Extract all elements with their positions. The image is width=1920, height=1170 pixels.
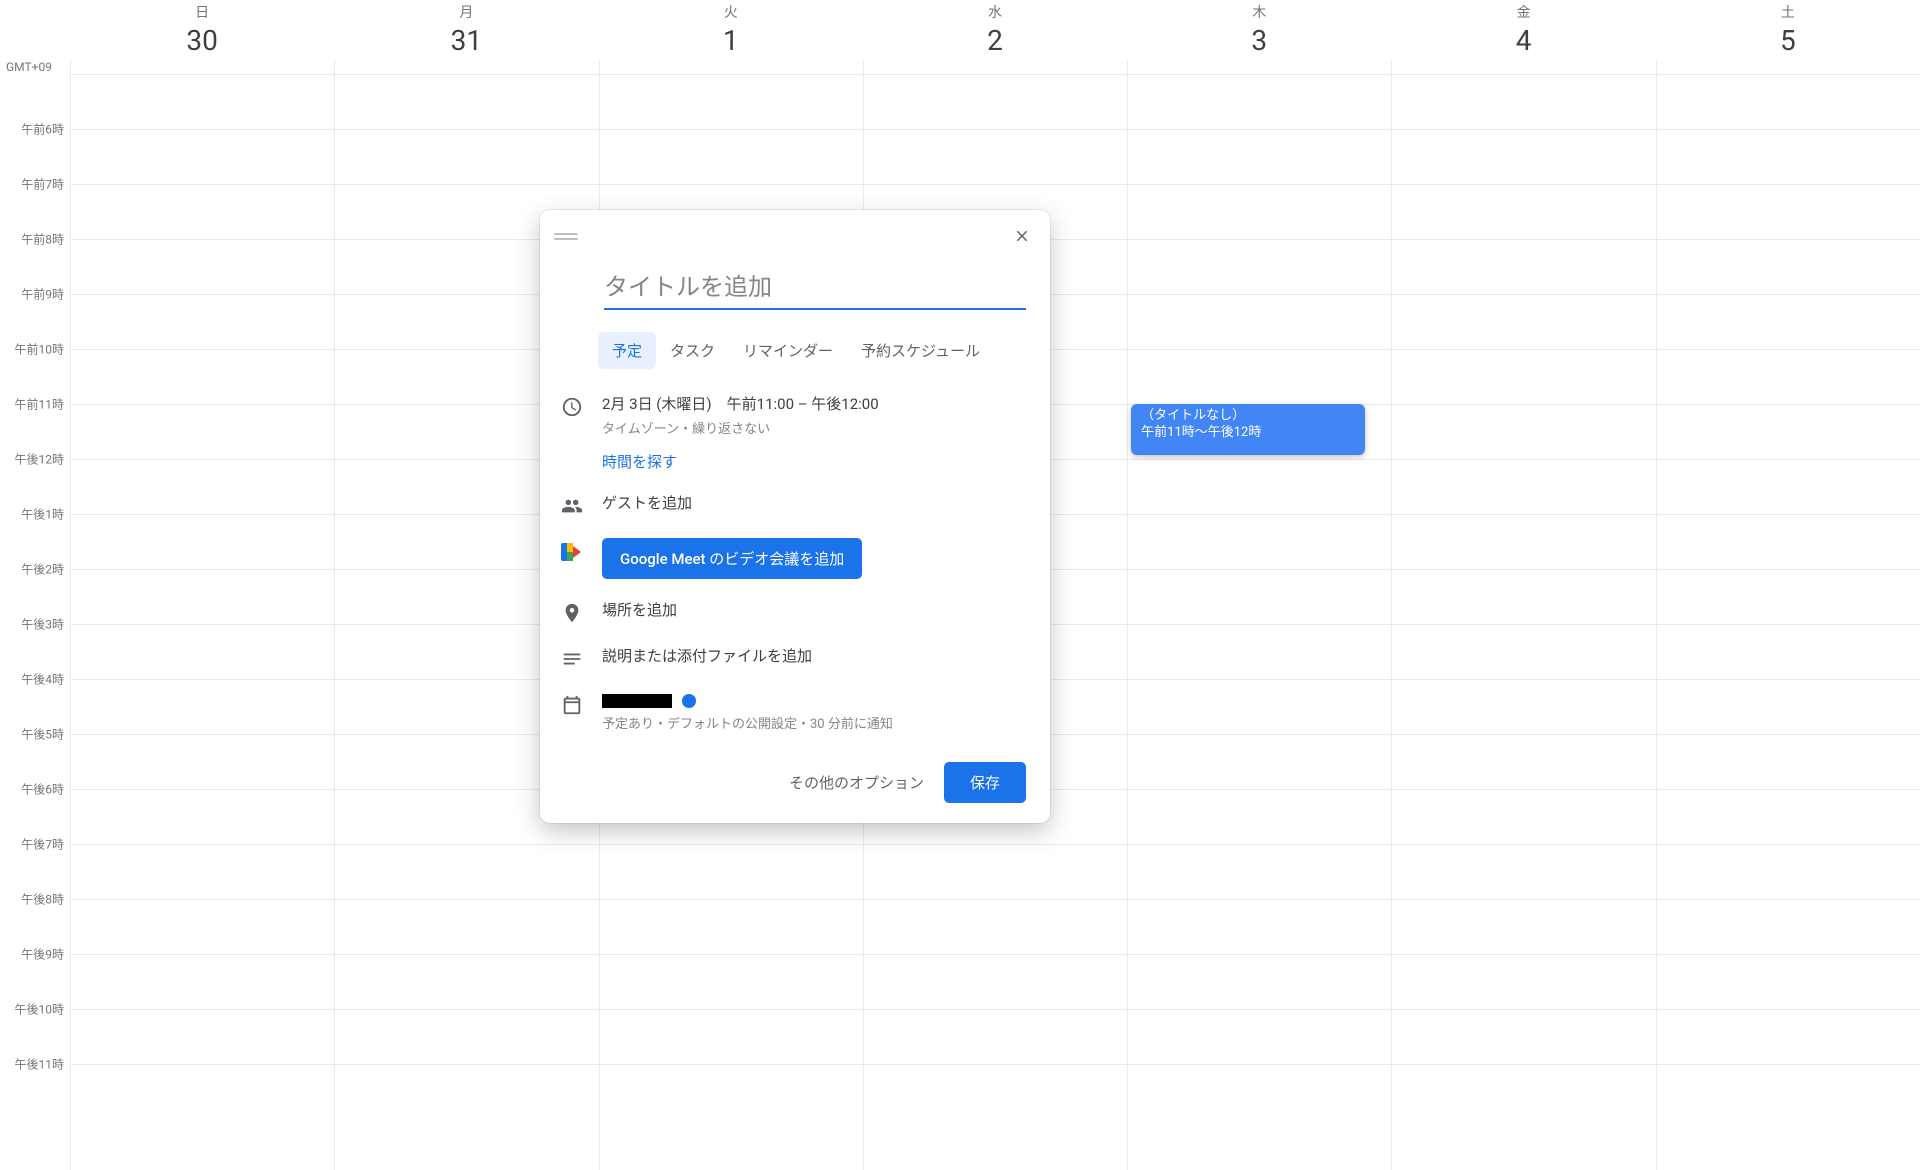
event-title-input[interactable] — [604, 272, 1026, 310]
day-of-week: 金 — [1391, 2, 1655, 22]
event-datetime-sub: タイムゾーン・繰り返さない — [602, 418, 1026, 437]
day-header[interactable]: 水2 — [863, 2, 1127, 62]
day-number: 3 — [1127, 24, 1391, 57]
location-placeholder: 場所を追加 — [602, 599, 1026, 620]
event-type-tabs: 予定 タスク リマインダー 予約スケジュール — [598, 332, 1050, 369]
calendar-event-block[interactable]: （タイトルなし） 午前11時～午後12時 — [1131, 404, 1365, 455]
description-placeholder: 説明または添付ファイルを追加 — [602, 645, 1026, 666]
day-number: 5 — [1656, 24, 1920, 57]
timezone-label: GMT+09 — [6, 60, 52, 74]
create-event-popup: 予定 タスク リマインダー 予約スケジュール 2月 3日 (木曜日) 午前11:… — [540, 210, 1050, 823]
event-title: （タイトルなし） — [1141, 408, 1355, 425]
hour-label: 午後12時 — [4, 451, 64, 468]
day-of-week: 水 — [863, 2, 1127, 22]
close-icon — [1013, 227, 1031, 245]
hour-label: 午後7時 — [4, 836, 64, 853]
find-time-link[interactable]: 時間を探す — [602, 451, 1026, 472]
day-of-week: 月 — [334, 2, 598, 22]
more-options-button[interactable]: その他のオプション — [789, 772, 924, 793]
hour-label: 午後11時 — [4, 1056, 64, 1073]
day-header[interactable]: 月31 — [334, 2, 598, 62]
guests-placeholder: ゲストを追加 — [602, 492, 1026, 513]
description-row[interactable]: 説明または添付ファイルを追加 — [540, 635, 1050, 681]
add-google-meet-button[interactable]: Google Meet のビデオ会議を追加 — [602, 538, 862, 579]
hour-label: 午後2時 — [4, 561, 64, 578]
hour-label: 午後1時 — [4, 506, 64, 523]
hour-label: 午後10時 — [4, 1001, 64, 1018]
calendar-color-dot — [682, 694, 696, 708]
day-of-week: 日 — [70, 2, 334, 22]
tab-event[interactable]: 予定 — [598, 332, 656, 369]
day-number: 2 — [863, 24, 1127, 57]
day-header[interactable]: 日30 — [70, 2, 334, 62]
day-header[interactable]: 金4 — [1391, 2, 1655, 62]
location-row[interactable]: 場所を追加 — [540, 589, 1050, 635]
day-header[interactable]: 火1 — [599, 2, 863, 62]
tab-reminder[interactable]: リマインダー — [729, 332, 847, 369]
hour-label: 午前8時 — [4, 231, 64, 248]
hour-label: 午前11時 — [4, 396, 64, 413]
calendar-name-redacted — [602, 694, 672, 708]
datetime-row[interactable]: 2月 3日 (木曜日) 午前11:00 – 午後12:00 タイムゾーン・繰り返… — [540, 383, 1050, 482]
hour-label: 午後5時 — [4, 726, 64, 743]
day-of-week: 火 — [599, 2, 863, 22]
hour-label: 午後4時 — [4, 671, 64, 688]
hour-label: 午前10時 — [4, 341, 64, 358]
hour-label: 午前7時 — [4, 176, 64, 193]
save-button[interactable]: 保存 — [944, 762, 1026, 803]
drag-handle-icon[interactable] — [554, 229, 578, 243]
hour-label: 午後6時 — [4, 781, 64, 798]
hour-label: 午後8時 — [4, 891, 64, 908]
tab-appointment-schedule[interactable]: 予約スケジュール — [847, 332, 994, 369]
description-icon — [560, 647, 584, 671]
day-header[interactable]: 土5 — [1656, 2, 1920, 62]
day-number: 31 — [334, 24, 598, 57]
day-of-week: 木 — [1127, 2, 1391, 22]
hour-label: 午前9時 — [4, 286, 64, 303]
people-icon — [560, 494, 584, 518]
day-number: 4 — [1391, 24, 1655, 57]
meet-row: Google Meet のビデオ会議を追加 — [540, 528, 1050, 589]
guests-row[interactable]: ゲストを追加 — [540, 482, 1050, 528]
calendar-sub: 予定あり・デフォルトの公開設定・30 分前に通知 — [602, 713, 1026, 732]
event-datetime: 2月 3日 (木曜日) 午前11:00 – 午後12:00 — [602, 393, 1026, 414]
google-meet-icon — [560, 540, 584, 564]
event-time: 午前11時～午後12時 — [1141, 425, 1355, 442]
day-header[interactable]: 木3 — [1127, 2, 1391, 62]
hour-label: 午後3時 — [4, 616, 64, 633]
tab-task[interactable]: タスク — [656, 332, 729, 369]
hour-label: 午前6時 — [4, 121, 64, 138]
day-number: 1 — [599, 24, 863, 57]
clock-icon — [560, 395, 584, 419]
location-icon — [560, 601, 584, 625]
calendar-select-row[interactable]: 予定あり・デフォルトの公開設定・30 分前に通知 — [540, 681, 1050, 742]
hour-label: 午後9時 — [4, 946, 64, 963]
close-button[interactable] — [1006, 220, 1038, 252]
day-number: 30 — [70, 24, 334, 57]
day-of-week: 土 — [1656, 2, 1920, 22]
calendar-icon — [560, 693, 584, 717]
